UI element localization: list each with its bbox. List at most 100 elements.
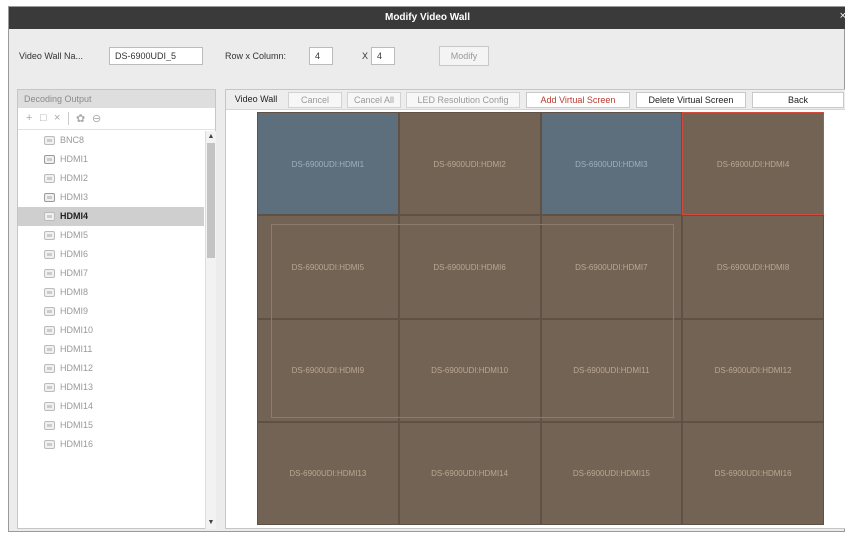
wall-screen-cell[interactable]: DS-6900UDI:HDMI9 <box>257 318 399 422</box>
led-resolution-config-button[interactable]: LED Resolution Config <box>406 92 520 108</box>
list-item-label: HDMI12 <box>60 363 94 373</box>
monitor-icon <box>44 421 55 430</box>
scroll-up-icon[interactable]: ▲ <box>206 132 216 142</box>
video-wall-grid: DS-6900UDI:HDMI16 DS-6900UDI:HDMI15 DS-690… <box>257 112 824 525</box>
wall-screen-label: DS-6900UDI:HDMI6 <box>433 262 506 272</box>
monitor-icon <box>44 402 55 411</box>
list-item-label: HDMI8 <box>60 287 89 297</box>
x-separator: X <box>362 51 369 61</box>
monitor-icon <box>44 174 55 183</box>
wall-screen-cell[interactable]: DS-6900UDI:HDMI1 <box>257 112 399 216</box>
add-icon[interactable]: + <box>26 112 32 124</box>
monitor-icon <box>44 288 55 297</box>
list-item[interactable]: HDMI9 <box>18 302 204 321</box>
add-virtual-screen-button[interactable]: Add Virtual Screen <box>526 92 630 108</box>
list-item-label: HDMI15 <box>60 420 94 430</box>
settings-icon[interactable]: ✿ <box>76 112 85 125</box>
rows-input[interactable] <box>309 47 333 65</box>
columns-input[interactable] <box>371 47 395 65</box>
list-item[interactable]: HDMI8 <box>18 283 204 302</box>
wall-screen-cell[interactable]: DS-6900UDI:HDMI6 <box>398 215 541 319</box>
delete-virtual-screen-button[interactable]: Delete Virtual Screen <box>636 92 746 108</box>
wall-screen-label: DS-6900UDI:HDMI16 <box>714 469 792 479</box>
wall-screen-cell[interactable]: DS-6900UDI:HDMI3 <box>540 112 683 216</box>
video-wall-toolbar: Video Wall Cancel Cancel All LED Resolut… <box>226 90 845 110</box>
wall-screen-label: DS-6900UDI:HDMI11 <box>573 366 650 376</box>
list-item[interactable]: HDMI14 <box>18 397 204 416</box>
wall-screen-label: DS-6900UDI:HDMI2 <box>433 159 506 169</box>
list-item-label: HDMI16 <box>60 439 94 449</box>
wall-screen-cell[interactable]: DS-6900UDI:HDMI13 <box>257 421 399 525</box>
wall-screen-label: DS-6900UDI:HDMI7 <box>575 262 648 272</box>
scrollbar[interactable]: ▲ ▼ <box>205 131 216 529</box>
wall-screen-cell[interactable]: DS-6900UDI:HDMI7 <box>540 215 683 319</box>
row-column-label: Row x Column: <box>225 51 287 61</box>
list-item-label: BNC8 <box>60 135 85 145</box>
monitor-icon <box>44 193 55 202</box>
modify-button[interactable]: Modify <box>439 46 489 66</box>
decoding-toolbar: + □ × ✿ ⊖ <box>18 108 215 130</box>
wall-screen-cell[interactable]: DS-6900UDI:HDMI4 <box>682 112 824 216</box>
link-icon[interactable]: ⊖ <box>92 112 101 125</box>
list-item[interactable]: HDMI12 <box>18 359 204 378</box>
list-item[interactable]: HDMI3 <box>18 188 204 207</box>
list-item[interactable]: HDMI11 <box>18 340 204 359</box>
wall-screen-cell[interactable]: DS-6900UDI:HDMI5 <box>257 215 399 319</box>
wall-screen-cell[interactable]: DS-6900UDI:HDMI11 <box>540 318 683 422</box>
dialog-title: Modify Video Wall <box>384 12 470 23</box>
wall-screen-cell[interactable]: DS-6900UDI:HDMI14 <box>398 421 541 525</box>
monitor-icon <box>44 307 55 316</box>
wall-screen-cell[interactable]: DS-6900UDI:HDMI2 <box>398 112 541 216</box>
wall-screen-cell[interactable]: DS-6900UDI:HDMI10 <box>398 318 541 422</box>
list-item[interactable]: HDMI2 <box>18 169 204 188</box>
wall-screen-label: DS-6900UDI:HDMI10 <box>431 366 509 376</box>
list-item-label: HDMI14 <box>60 401 94 411</box>
cancel-button[interactable]: Cancel <box>288 92 342 108</box>
wall-screen-label: DS-6900UDI:HDMI12 <box>714 366 792 376</box>
decoding-output-panel: Decoding Output + □ × ✿ ⊖ BNC8 HDMI1 HDMI2… <box>17 89 216 529</box>
scrollbar-thumb[interactable] <box>207 143 215 258</box>
list-item[interactable]: BNC8 <box>18 131 204 150</box>
list-item[interactable]: HDMI7 <box>18 264 204 283</box>
list-item[interactable]: HDMI6 <box>18 245 204 264</box>
list-item[interactable]: HDMI15 <box>18 416 204 435</box>
wall-screen-label: DS-6900UDI:HDMI15 <box>572 469 650 479</box>
list-item[interactable]: HDMI13 <box>18 378 204 397</box>
monitor-icon <box>44 136 55 145</box>
list-item[interactable]: HDMI4 <box>18 207 204 226</box>
close-icon[interactable]: × <box>840 10 845 22</box>
wall-screen-cell[interactable]: DS-6900UDI:HDMI15 <box>540 421 683 525</box>
list-item[interactable]: HDMI16 <box>18 435 204 454</box>
list-item-label: HDMI1 <box>60 154 89 164</box>
back-button[interactable]: Back <box>752 92 844 108</box>
list-item[interactable]: HDMI10 <box>18 321 204 340</box>
wall-screen-label: DS-6900UDI:HDMI4 <box>716 159 790 169</box>
modify-video-wall-dialog: Modify Video Wall × Video Wall Na... Row… <box>8 6 845 532</box>
list-item[interactable]: HDMI1 <box>18 150 204 169</box>
monitor-icon <box>44 155 55 164</box>
wall-screen-label: DS-6900UDI:HDMI14 <box>431 469 509 479</box>
video-wall-name-label: Video Wall Na... <box>19 51 84 61</box>
wall-screen-label: DS-6900UDI:HDMI9 <box>291 366 365 376</box>
monitor-icon <box>44 250 55 259</box>
copy-icon[interactable]: □ <box>40 112 47 124</box>
list-item-label: HDMI3 <box>60 192 89 202</box>
wall-settings-row: Video Wall Na... Row x Column: X Modify <box>9 45 845 69</box>
list-item-label: HDMI11 <box>60 344 93 354</box>
cancel-all-button[interactable]: Cancel All <box>347 92 401 108</box>
decoding-output-header: Decoding Output <box>18 90 215 108</box>
delete-icon[interactable]: × <box>54 112 60 124</box>
wall-screen-cell[interactable]: DS-6900UDI:HDMI12 <box>682 318 824 422</box>
monitor-icon <box>44 269 55 278</box>
list-item-label: HDMI2 <box>60 173 89 183</box>
wall-screen-cell[interactable]: DS-6900UDI:HDMI16 <box>682 421 824 525</box>
list-item[interactable]: HDMI5 <box>18 226 204 245</box>
video-wall-name-input[interactable] <box>109 47 203 65</box>
tab-video-wall[interactable]: Video Wall <box>230 92 282 108</box>
monitor-icon <box>44 326 55 335</box>
wall-screen-cell[interactable]: DS-6900UDI:HDMI8 <box>682 215 824 319</box>
scroll-down-icon[interactable]: ▼ <box>206 518 216 528</box>
wall-screen-label: DS-6900UDI:HDMI1 <box>291 159 365 169</box>
dialog-titlebar: Modify Video Wall × <box>9 7 845 29</box>
list-item-label: HDMI10 <box>60 325 94 335</box>
